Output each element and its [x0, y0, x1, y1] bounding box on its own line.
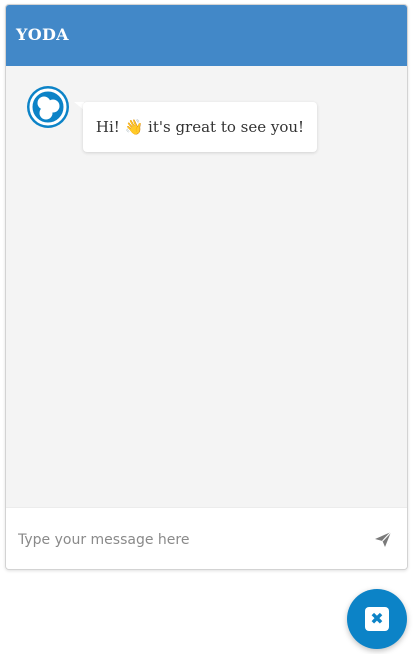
chat-widget: YODA Hi! 👋 it's great to see you! — [5, 4, 408, 570]
message-composer — [6, 507, 407, 569]
send-icon — [375, 531, 392, 547]
close-glyph: ✖ — [370, 609, 384, 628]
message-list: Hi! 👋 it's great to see you! — [6, 66, 407, 507]
bot-avatar-icon — [27, 86, 69, 128]
bot-message-bubble: Hi! 👋 it's great to see you! — [83, 102, 317, 152]
chat-header: YODA — [6, 5, 407, 66]
close-icon: ✖ — [365, 607, 389, 631]
send-button[interactable] — [372, 528, 394, 550]
message-input[interactable] — [16, 524, 360, 556]
chat-launcher-close-button[interactable]: ✖ — [347, 589, 407, 649]
chat-title: YODA — [16, 25, 69, 44]
